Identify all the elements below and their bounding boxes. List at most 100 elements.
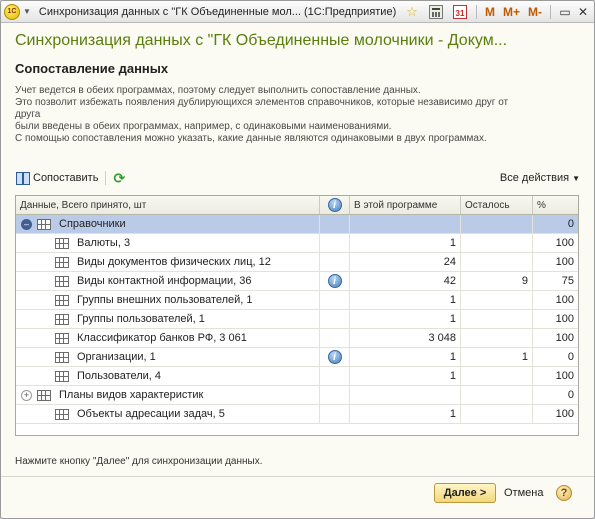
row-remaining xyxy=(461,329,533,347)
row-percent: 100 xyxy=(555,294,574,306)
next-button[interactable]: Далее > xyxy=(434,483,496,503)
calendar-icon[interactable]: 31 xyxy=(452,4,467,19)
row-name: Пользователи, 4 xyxy=(77,370,162,382)
row-this-program: 1 xyxy=(350,405,461,423)
row-info-cell: i xyxy=(320,348,350,366)
row-remaining xyxy=(461,234,533,252)
table-row[interactable]: Пользователи, 4 1 100 xyxy=(16,367,578,386)
row-name: Объекты адресации задач, 5 xyxy=(77,408,225,420)
memory-mminus-button[interactable]: M- xyxy=(528,5,542,19)
collapse-icon[interactable]: – xyxy=(21,218,32,230)
row-this-program xyxy=(350,386,461,404)
catalog-icon xyxy=(55,351,69,363)
favorites-star-icon[interactable]: ☆ xyxy=(405,4,419,19)
row-percent: 100 xyxy=(555,370,574,382)
row-percent: 100 xyxy=(555,313,574,325)
info-line: С помощью сопоставления можно указать, к… xyxy=(15,133,487,144)
catalog-icon xyxy=(55,294,69,306)
form-subtitle: Сопоставление данных xyxy=(15,61,169,76)
table-row[interactable]: Виды документов физических лиц, 12 24 10… xyxy=(16,253,578,272)
system-menu-arrow-icon[interactable]: ▼ xyxy=(23,7,31,16)
row-info-cell xyxy=(320,291,350,309)
form-title: Синхронизация данных с "ГК Объединенные … xyxy=(15,32,508,49)
table-row[interactable]: Валюты, 3 1 100 xyxy=(16,234,578,253)
row-this-program: 42 xyxy=(350,272,461,290)
table-row-group[interactable]: – Справочники 0 xyxy=(16,215,578,234)
all-actions-button[interactable]: Все действия ▼ xyxy=(500,172,580,184)
table-row[interactable]: Виды контактной информации, 36 i 42 9 75 xyxy=(16,272,578,291)
row-this-program: 1 xyxy=(350,348,461,366)
info-icon[interactable]: i xyxy=(327,274,342,288)
row-remaining xyxy=(461,386,533,404)
row-this-program: 1 xyxy=(350,234,461,252)
row-this-program: 1 xyxy=(350,367,461,385)
close-icon[interactable]: ✕ xyxy=(575,4,591,20)
info-line: друга xyxy=(15,109,41,120)
row-remaining xyxy=(461,405,533,423)
table-row[interactable]: Объекты адресации задач, 5 1 100 xyxy=(16,405,578,424)
row-name: Группы внешних пользователей, 1 xyxy=(77,294,253,306)
catalog-group-icon xyxy=(37,218,51,230)
row-name: Группы пользователей, 1 xyxy=(77,313,205,325)
info-icon: i xyxy=(327,198,342,212)
footer-divider xyxy=(1,476,594,477)
row-remaining: 9 xyxy=(461,272,533,290)
table-row[interactable]: Группы пользователей, 1 1 100 xyxy=(16,310,578,329)
info-icon[interactable]: i xyxy=(327,350,342,364)
column-header-this-program[interactable]: В этой программе xyxy=(350,196,461,214)
row-percent: 75 xyxy=(561,275,574,287)
row-remaining xyxy=(461,310,533,328)
row-remaining: 1 xyxy=(461,348,533,366)
row-info-cell: i xyxy=(320,272,350,290)
table-toolbar: Сопоставить ⟳ Все действия ▼ xyxy=(15,169,580,187)
column-header-info[interactable]: i xyxy=(320,196,350,214)
row-percent: 100 xyxy=(555,332,574,344)
expand-icon[interactable]: + xyxy=(21,389,32,401)
form-content: Синхронизация данных с "ГК Объединенные … xyxy=(1,32,594,467)
help-icon[interactable]: ? xyxy=(556,485,572,501)
column-header-data[interactable]: Данные, Всего принято, шт xyxy=(16,196,320,214)
memory-m-button[interactable]: M xyxy=(485,5,495,19)
row-name: Справочники xyxy=(59,218,126,230)
info-line: Это позволит избежать появления дублирую… xyxy=(15,97,509,108)
catalog-icon xyxy=(55,237,69,249)
row-info-cell xyxy=(320,386,350,404)
refresh-icon[interactable]: ⟳ xyxy=(113,170,125,187)
sync-window: 1С ▼ Синхронизация данных с "ГК Объедине… xyxy=(0,0,595,519)
row-info-cell xyxy=(320,405,350,423)
title-bar: 1С ▼ Синхронизация данных с "ГК Объедине… xyxy=(1,1,594,23)
match-button[interactable]: Сопоставить xyxy=(15,171,98,185)
catalog-icon xyxy=(55,332,69,344)
table-row[interactable]: Организации, 1 i 1 1 0 xyxy=(16,348,578,367)
row-percent: 0 xyxy=(567,351,574,363)
app-logo-icon[interactable]: 1С xyxy=(4,3,20,20)
table-row[interactable]: Классификатор банков РФ, 3 061 3 048 100 xyxy=(16,329,578,348)
row-info-cell xyxy=(320,253,350,271)
row-this-program: 3 048 xyxy=(350,329,461,347)
memory-mplus-button[interactable]: M+ xyxy=(503,5,520,19)
row-name: Виды контактной информации, 36 xyxy=(77,275,252,287)
row-name: Классификатор банков РФ, 3 061 xyxy=(77,332,247,344)
restore-window-icon[interactable]: ▭ xyxy=(557,4,573,20)
catalog-icon xyxy=(55,313,69,325)
row-name: Планы видов характеристик xyxy=(59,389,204,401)
table-row[interactable]: Группы внешних пользователей, 1 1 100 xyxy=(16,291,578,310)
match-button-label: Сопоставить xyxy=(33,172,99,184)
titlebar-divider xyxy=(550,4,551,19)
table-row-group[interactable]: + Планы видов характеристик 0 xyxy=(16,386,578,405)
catalog-icon xyxy=(55,275,69,287)
row-percent: 100 xyxy=(555,256,574,268)
titlebar-divider xyxy=(475,4,477,19)
calculator-icon[interactable] xyxy=(428,4,443,19)
characteristics-group-icon xyxy=(37,389,51,401)
column-header-percent[interactable]: % xyxy=(533,196,578,214)
row-name: Организации, 1 xyxy=(77,351,156,363)
column-header-remaining[interactable]: Осталось xyxy=(461,196,533,214)
mapping-table[interactable]: Данные, Всего принято, шт i В этой прогр… xyxy=(15,195,579,436)
toolbar-divider xyxy=(105,171,107,185)
cancel-button[interactable]: Отмена xyxy=(504,487,543,499)
row-name: Виды документов физических лиц, 12 xyxy=(77,256,271,268)
row-remaining xyxy=(461,291,533,309)
row-percent: 0 xyxy=(567,218,574,230)
table-header: Данные, Всего принято, шт i В этой прогр… xyxy=(16,196,578,215)
